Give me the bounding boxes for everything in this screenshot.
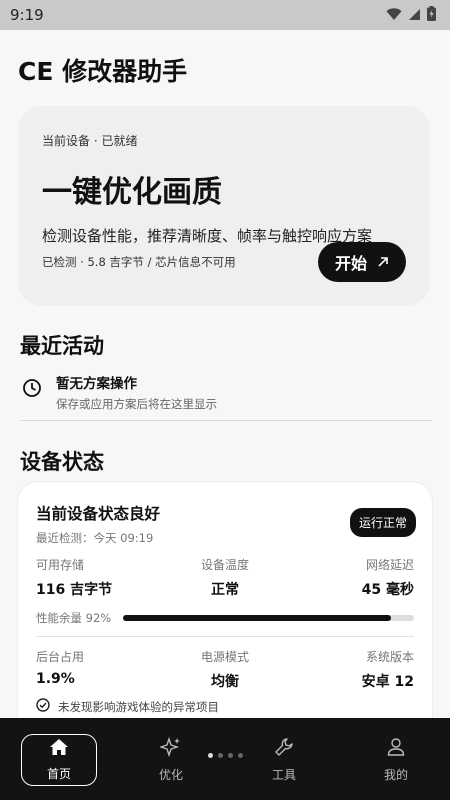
start-button-label: 开始 xyxy=(334,254,367,273)
performance-label: 性能余量 92% xyxy=(36,611,112,625)
signal-icon xyxy=(408,6,421,25)
device-ready-status: 当前设备 · 已就绪 xyxy=(42,134,138,148)
stat-label: 可用存储 xyxy=(36,558,85,572)
performance-bar xyxy=(123,615,414,621)
nav-item-label: 工具 xyxy=(271,768,296,782)
battery-icon xyxy=(427,5,436,25)
home-icon xyxy=(49,738,69,759)
nav-item-profile[interactable]: 我的 xyxy=(358,734,434,786)
notice-text: 未发现影响游戏体验的异常项目 xyxy=(58,699,219,714)
card-divider xyxy=(36,636,414,637)
stat-value: 1.9% xyxy=(36,671,75,687)
recent-activity-heading: 最近活动 xyxy=(20,334,104,358)
stat-value: 安卓 12 xyxy=(361,674,414,690)
nav-item-label: 优化 xyxy=(158,768,183,782)
stat-value: 正常 xyxy=(210,582,239,598)
system-version-stat: 系统版本 安卓 12 xyxy=(288,648,414,691)
stat-value: 116 吉字节 xyxy=(36,582,113,598)
stat-label: 设备温度 xyxy=(200,558,249,572)
nav-item-tools[interactable]: 工具 xyxy=(246,734,322,786)
start-button[interactable]: 开始 xyxy=(318,242,406,282)
bottom-navigation: 首页 优化 工具 我的 xyxy=(0,718,450,800)
temperature-stat: 设备温度 正常 xyxy=(162,556,288,599)
clock-icon xyxy=(22,378,42,412)
performance-headroom: 性能余量 92% xyxy=(36,610,414,626)
power-mode-stat: 电源模式 均衡 xyxy=(162,648,288,691)
status-badge: 运行正常 xyxy=(349,508,416,537)
recent-activity-title: 暂无方案操作 xyxy=(56,376,137,392)
status-time: 9:19 xyxy=(10,6,44,24)
no-issues-notice: 未发现影响游戏体验的异常项目 xyxy=(36,698,219,715)
device-stats-row-1: 可用存储 116 吉字节 设备温度 正常 网络延迟 45 毫秒 xyxy=(36,556,414,599)
nav-item-label: 首页 xyxy=(46,767,71,781)
page-dot xyxy=(218,753,223,758)
performance-bar-fill xyxy=(123,615,391,621)
stat-value: 均衡 xyxy=(210,674,239,690)
device-status-heading: 设备状态 xyxy=(20,450,104,474)
stat-label: 后台占用 xyxy=(36,650,85,664)
page-indicator xyxy=(208,753,243,758)
latency-stat: 网络延迟 45 毫秒 xyxy=(288,556,414,599)
status-icons xyxy=(386,5,436,25)
page-dot xyxy=(208,753,213,758)
status-bar: 9:19 xyxy=(0,0,450,30)
page-dot xyxy=(228,753,233,758)
app-title: CE 修改器助手 xyxy=(18,57,188,86)
device-stats-row-2: 后台占用 1.9% 电源模式 均衡 系统版本 安卓 12 xyxy=(36,648,414,691)
stat-label: 系统版本 xyxy=(365,650,414,664)
device-status-card: 当前设备状态良好 最近检测：今天 09:19 运行正常 可用存储 116 吉字节… xyxy=(18,482,432,742)
recent-activity-item: 暂无方案操作 保存或应用方案后将在这里显示 xyxy=(22,372,432,412)
person-icon xyxy=(386,737,406,760)
stat-value: 45 毫秒 xyxy=(361,582,414,598)
nav-item-optimize[interactable]: 优化 xyxy=(133,734,209,786)
wrench-icon xyxy=(274,737,294,760)
arrow-up-right-icon xyxy=(377,253,389,272)
hero-title: 一键优化画质 xyxy=(42,175,222,210)
nav-item-label: 我的 xyxy=(383,768,408,782)
sparkle-icon xyxy=(158,736,182,760)
recent-activity-subtitle: 保存或应用方案后将在这里显示 xyxy=(56,397,217,411)
check-circle-icon xyxy=(36,698,50,715)
stat-label: 网络延迟 xyxy=(365,558,414,572)
detection-meta: 已检测 · 5.8 吉字节 / 芯片信息不可用 xyxy=(42,255,236,269)
optimize-hero-card: 当前设备 · 已就绪 一键优化画质 检测设备性能，推荐清晰度、帧率与触控响应方案… xyxy=(18,106,430,306)
section-divider xyxy=(20,420,432,421)
wifi-icon xyxy=(386,6,402,25)
stat-label: 电源模式 xyxy=(200,650,249,664)
page-dot xyxy=(238,753,243,758)
nav-item-home[interactable]: 首页 xyxy=(21,734,97,786)
background-usage-stat: 后台占用 1.9% xyxy=(36,648,162,691)
storage-stat: 可用存储 116 吉字节 xyxy=(36,556,162,599)
